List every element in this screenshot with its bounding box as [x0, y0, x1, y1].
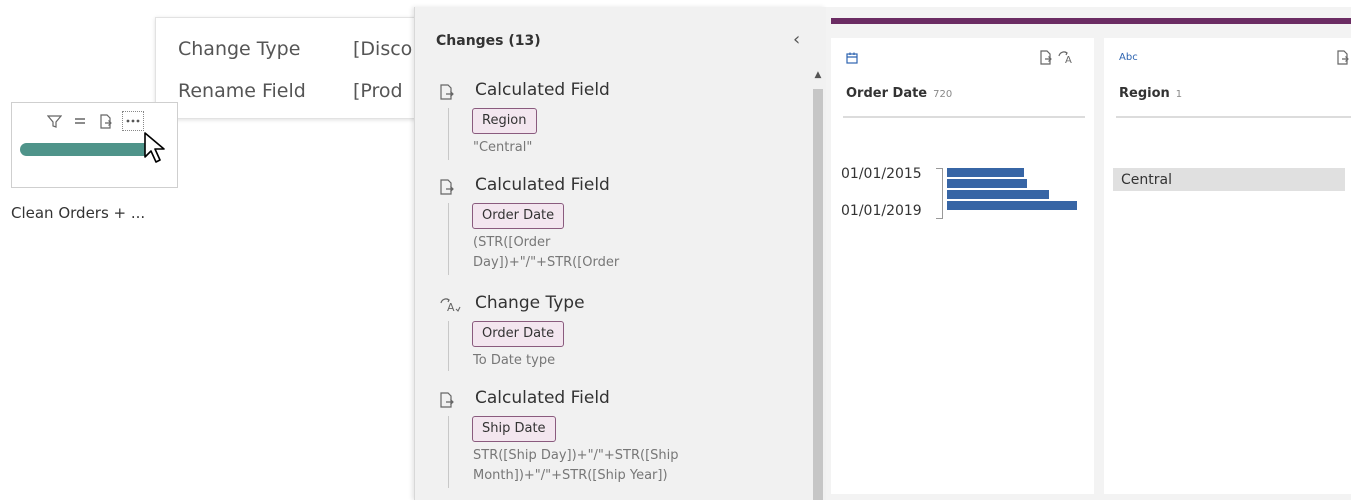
- axis-label: 01/01/2015: [841, 166, 922, 182]
- more-options-icon[interactable]: [122, 111, 144, 131]
- histogram-bar[interactable]: [947, 201, 1077, 210]
- field-name-label: Region: [1119, 86, 1170, 101]
- change-description: (STR([Order Day])+"/"+STR([Order: [473, 235, 620, 270]
- calculated-field-icon[interactable]: [96, 111, 116, 131]
- change-type-icon[interactable]: A: [1057, 51, 1077, 69]
- change-connector-line: [448, 203, 449, 275]
- menu-item-change-type[interactable]: Change Type [Disco: [178, 38, 412, 60]
- menu-item-rename-field[interactable]: Rename Field [Prod: [178, 80, 403, 102]
- field-pill[interactable]: Order Date: [472, 321, 565, 347]
- svg-text:A: A: [1065, 55, 1072, 65]
- change-entry[interactable]: A Change Type Order Date To Date type: [439, 293, 799, 377]
- histogram-bar[interactable]: [947, 190, 1049, 199]
- calendar-icon: [846, 52, 858, 67]
- histogram-bar[interactable]: [947, 168, 1024, 177]
- profile-card-order-date[interactable]: A Order Date 720 01/01/2015 01/01/2019: [831, 38, 1094, 494]
- change-title: Calculated Field: [475, 80, 610, 100]
- change-description: "Central": [473, 140, 533, 155]
- changes-panel: Changes (13) ‹ ▲ Calculated Field Region…: [414, 7, 826, 500]
- change-title: Calculated Field: [475, 388, 610, 408]
- flow-node-label: Clean Orders + ...: [11, 204, 146, 222]
- field-name: Region 1: [1119, 86, 1182, 101]
- filter-icon[interactable]: [44, 111, 64, 131]
- field-name: Order Date 720: [846, 86, 952, 101]
- card-actions: A: [1039, 50, 1077, 69]
- calculated-field-icon: [439, 179, 459, 199]
- axis-line: [942, 168, 943, 218]
- value-bar-central[interactable]: Central: [1113, 168, 1345, 191]
- profile-card-region[interactable]: Abc Region 1 Central: [1104, 38, 1351, 494]
- change-description: To Date type: [473, 353, 556, 368]
- change-connector-line: [448, 416, 449, 488]
- node-progress-bar: [20, 143, 150, 156]
- card-divider: [843, 116, 1085, 118]
- field-pill[interactable]: Region: [472, 108, 537, 134]
- collapse-chevron-icon[interactable]: ‹: [793, 29, 800, 50]
- field-pill[interactable]: Ship Date: [472, 416, 556, 442]
- distinct-count: 720: [933, 89, 953, 100]
- mouse-cursor-icon: [143, 132, 173, 168]
- histogram-bar[interactable]: [947, 179, 1027, 188]
- profile-pane: A Order Date 720 01/01/2015 01/01/2019 Ab…: [826, 7, 1351, 500]
- equals-icon[interactable]: [70, 111, 90, 131]
- value-label: Central: [1121, 172, 1172, 188]
- menu-item-value: [Prod: [353, 80, 403, 102]
- change-connector-line: [448, 108, 449, 160]
- axis-tick: [936, 218, 943, 219]
- change-entry[interactable]: Calculated Field Order Date (STR([Order …: [439, 175, 799, 289]
- node-toolbar: [12, 111, 177, 133]
- scroll-up-icon[interactable]: ▲: [812, 69, 824, 81]
- field-pill[interactable]: Order Date: [472, 203, 565, 229]
- axis-label: 01/01/2019: [841, 203, 922, 219]
- change-connector-line: [448, 321, 449, 371]
- menu-item-label: Change Type: [178, 38, 301, 60]
- change-description: STR([Ship Day])+"/"+STR([Ship Month])+"/…: [473, 448, 679, 483]
- svg-text:A: A: [447, 301, 455, 313]
- calculated-field-icon: [439, 84, 459, 104]
- distinct-count: 1: [1175, 89, 1183, 100]
- string-type-icon: Abc: [1119, 52, 1138, 63]
- change-type-icon: A: [439, 297, 461, 317]
- scrollbar[interactable]: ▲: [812, 69, 824, 500]
- scrollbar-thumb[interactable]: [813, 89, 823, 500]
- field-name-label: Order Date: [846, 86, 928, 101]
- calculated-field-icon[interactable]: [1039, 50, 1057, 69]
- card-divider: [1116, 116, 1351, 118]
- change-entry[interactable]: Calculated Field Ship Date STR([Ship Day…: [439, 388, 799, 497]
- calculated-field-icon[interactable]: [1336, 50, 1350, 69]
- change-title: Calculated Field: [475, 175, 610, 195]
- changes-panel-title: Changes (13): [436, 33, 541, 49]
- change-title: Change Type: [475, 293, 585, 313]
- card-actions: [1336, 50, 1350, 69]
- step-header-bar: [831, 18, 1351, 24]
- menu-item-label: Rename Field: [178, 80, 306, 102]
- calculated-field-icon: [439, 392, 459, 412]
- change-entry[interactable]: Calculated Field Region "Central": [439, 80, 799, 164]
- menu-item-value: [Disco: [353, 38, 413, 60]
